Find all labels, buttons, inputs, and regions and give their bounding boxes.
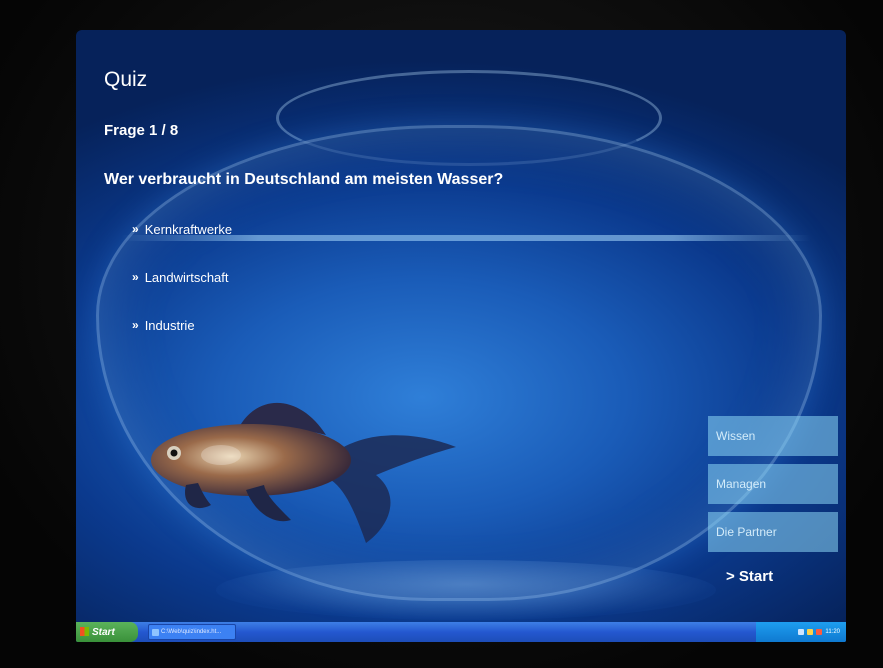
volume-icon[interactable] — [807, 629, 814, 635]
goldfish-image — [151, 402, 456, 543]
fishbowl-base — [216, 560, 716, 620]
side-navigation: Wissen Managen Die Partner — [708, 416, 838, 560]
answer-label: Kernkraftwerke — [144, 222, 233, 237]
app-screen: Quiz Frage 1 / 8 Wer verbraucht in Deuts… — [76, 30, 846, 642]
bullet-icon: » — [132, 318, 139, 332]
taskbar-window-item[interactable]: C:\Web\quiz\index.ht... — [148, 624, 236, 640]
system-tray: 11:20 — [756, 622, 846, 642]
clock: 11:20 — [825, 629, 840, 635]
start-link[interactable]: > Start — [726, 568, 773, 585]
network-icon[interactable] — [798, 629, 805, 635]
nav-button-wissen[interactable]: Wissen — [708, 416, 838, 456]
security-icon[interactable] — [816, 629, 823, 635]
answer-option[interactable]: » Landwirtschaft — [132, 270, 232, 318]
nav-button-die-partner[interactable]: Die Partner — [708, 512, 838, 552]
answer-list: » Kernkraftwerke » Landwirtschaft » Indu… — [132, 222, 232, 366]
windows-flag-icon — [80, 627, 89, 636]
answer-label: Industrie — [144, 318, 195, 333]
bullet-icon: » — [132, 222, 139, 236]
start-button[interactable]: Start — [76, 622, 138, 642]
windows-taskbar: Start C:\Web\quiz\index.ht... 11:20 — [76, 622, 846, 642]
bullet-icon: » — [132, 270, 139, 284]
answer-option[interactable]: » Kernkraftwerke — [132, 222, 232, 270]
answer-label: Landwirtschaft — [144, 270, 229, 285]
answer-option[interactable]: » Industrie — [132, 318, 232, 366]
question-progress: Frage 1 / 8 — [104, 122, 179, 139]
question-text: Wer verbraucht in Deutschland am meisten… — [104, 171, 504, 188]
taskbar-window-label: C:\Web\quiz\index.ht... — [161, 629, 222, 635]
start-button-label: Start — [92, 626, 115, 638]
quiz-title: Quiz — [104, 68, 148, 91]
browser-icon — [152, 629, 159, 636]
nav-button-managen[interactable]: Managen — [708, 464, 838, 504]
